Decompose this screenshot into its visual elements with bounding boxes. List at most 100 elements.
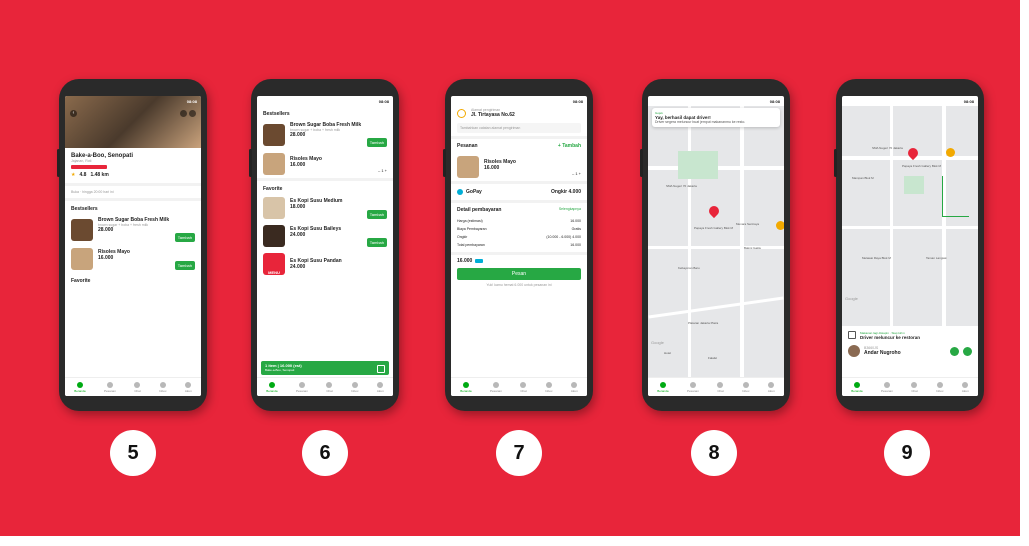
add-button[interactable]: Tambah: [366, 209, 387, 219]
list-item[interactable]: Risoles Mayo 16.000 – 1 +: [451, 153, 587, 181]
tab-home[interactable]: Beranda: [460, 381, 472, 393]
phone-step-8: 08:08 SMA Negeri 70 Jakarta Papaya Fresh…: [640, 79, 790, 411]
gopay-icon: [457, 189, 463, 195]
list-item[interactable]: Es Kopi Susu Baileys 24.000 Tambah: [257, 222, 393, 250]
add-more-button[interactable]: + Tambah: [558, 143, 581, 149]
call-icon[interactable]: [950, 346, 959, 356]
phone-step-5: 08:08 ‹ Bake-a-Boo, Senopati Jajanan, Ro…: [57, 79, 207, 411]
gopay-badge: [475, 259, 484, 263]
restaurant-pin-icon[interactable]: [706, 203, 722, 219]
trip-status: Driver meluncur ke restoran: [860, 335, 921, 340]
bottom-tab-bar: Beranda Pesanan Chat Inbox Akun: [65, 377, 201, 396]
restaurant-hero-image: 08:08 ‹: [65, 96, 201, 148]
step-number-6: 6: [302, 430, 348, 476]
google-logo: Google: [651, 340, 664, 345]
map-label: SMA Negeri 70 Jakarta: [872, 146, 903, 150]
step-number-7: 7: [496, 430, 542, 476]
tab-chat[interactable]: Chat: [717, 381, 724, 393]
list-item[interactable]: Brown Sugar Boba Fresh Milk brown sugar …: [65, 214, 201, 245]
share-icon[interactable]: [189, 110, 196, 117]
payment-detail-title: Detail pembayaran: [457, 207, 502, 213]
tab-home[interactable]: Beranda: [657, 381, 669, 393]
star-icon: ★: [71, 172, 76, 178]
tab-home[interactable]: Beranda: [266, 381, 278, 393]
tab-chat[interactable]: Chat: [326, 381, 333, 393]
cart-bar[interactable]: 1 item | 16.000 (est) Bake-a-Boo, Senopa…: [261, 361, 389, 375]
map-label: SMA Negeri 70 Jakarta: [666, 184, 697, 188]
tab-orders[interactable]: Pesanan: [104, 381, 116, 393]
map-label: Papaya Fresh Gallery Blok M: [694, 226, 734, 230]
map[interactable]: SMA Negeri 70 Jakarta Mampan Blok M Papa…: [842, 106, 978, 326]
notification-message: Driver segera meluncur buat jemput makan…: [655, 120, 746, 124]
tab-inbox[interactable]: Inbox: [742, 381, 749, 393]
status-time: 08:08: [378, 98, 389, 104]
notification-card[interactable]: Gojek Yay, berhasil dapat driver! Driver…: [652, 108, 780, 127]
item-price: 24.000: [290, 264, 306, 270]
payment-method[interactable]: GoPay: [466, 189, 482, 195]
driver-tracking-screen: 08:08 SMA Negeri 70 Jakarta Mampan Blok …: [842, 96, 978, 396]
add-button[interactable]: Tambah: [174, 260, 195, 270]
order-status-icon: [848, 331, 856, 339]
location-icon: [457, 108, 466, 118]
list-item[interactable]: Risoles Mayo 16.000 – 1 +: [257, 150, 393, 178]
driver-row: B3660JS Andar Nugroho: [848, 345, 972, 357]
driver-name: Andar Nugroho: [864, 350, 901, 356]
tab-account[interactable]: Akun: [768, 381, 775, 393]
order-button[interactable]: Pesan: [457, 268, 581, 280]
status-time: 08:08: [572, 98, 583, 104]
status-time: 08:08: [186, 98, 197, 104]
status-time: 08:08: [769, 98, 780, 104]
search-icon[interactable]: [180, 110, 187, 117]
bottom-tab-bar: Beranda Pesanan Chat Inbox Akun: [257, 377, 393, 396]
map[interactable]: SMA Negeri 70 Jakarta Papaya Fresh Galle…: [648, 106, 784, 378]
address-note-input[interactable]: Tambahkan catatan alamat pengiriman: [457, 123, 581, 133]
distance-value: 1.48 km: [90, 172, 109, 178]
add-button[interactable]: Tambah: [174, 233, 195, 242]
quantity-stepper[interactable]: – 1 +: [290, 168, 387, 173]
savings-note: Yuk! kamu hemat 6.000 untuk pesanan ini: [486, 283, 552, 287]
tab-account[interactable]: Akun: [185, 381, 192, 393]
map-label: Menara Sentraya: [736, 222, 760, 226]
list-item[interactable]: MENU Es Kopi Susu Pandan 24.000: [257, 250, 393, 278]
detail-link[interactable]: Selengkapnya: [559, 207, 581, 213]
tab-home[interactable]: Beranda: [851, 381, 863, 393]
map-label: Taman Langsat: [926, 256, 947, 260]
map-label: Hotel: [664, 351, 672, 355]
tab-inbox[interactable]: Inbox: [545, 381, 552, 393]
add-button[interactable]: Tambah: [366, 138, 387, 147]
tab-inbox[interactable]: Inbox: [351, 381, 358, 393]
driver-marker-icon[interactable]: [946, 148, 955, 157]
tab-orders[interactable]: Pesanan: [296, 381, 308, 393]
menu-badge: MENU: [263, 253, 285, 275]
list-item[interactable]: Risoles Mayo 16.000 Tambah: [65, 245, 201, 273]
section-title: Favorite: [71, 278, 91, 284]
bottom-tab-bar: Beranda Pesanan Chat Inbox Akun: [842, 377, 978, 396]
tab-inbox[interactable]: Inbox: [159, 381, 166, 393]
tab-account[interactable]: Akun: [962, 381, 969, 393]
list-item[interactable]: Es Kopi Susu Medium 18.000 Tambah: [257, 194, 393, 222]
google-logo: Google: [845, 296, 858, 301]
tab-account[interactable]: Akun: [571, 381, 578, 393]
delivery-address[interactable]: Jl. Tirtayasa No.62: [471, 112, 515, 118]
add-button[interactable]: Tambah: [366, 237, 387, 247]
bottom-tab-bar: Beranda Pesanan Chat Inbox Akun: [648, 377, 784, 396]
driver-marker-icon[interactable]: [776, 221, 784, 230]
tab-home[interactable]: Beranda: [74, 381, 86, 393]
back-arrow-icon[interactable]: ‹: [70, 110, 77, 117]
list-item[interactable]: Brown Sugar Boba Fresh Milk brown sugar …: [257, 119, 393, 150]
payment-lines: Harga (estimasi) 16.000 Biaya Pembayaran G…: [457, 219, 581, 247]
tab-account[interactable]: Akun: [377, 381, 384, 393]
map-label: Kebayoran Baru: [678, 266, 700, 270]
tab-chat[interactable]: Chat: [134, 381, 141, 393]
chat-icon[interactable]: [963, 346, 972, 356]
tab-chat[interactable]: Chat: [520, 381, 527, 393]
section-title: Bestsellers: [71, 206, 98, 212]
tab-inbox[interactable]: Inbox: [936, 381, 943, 393]
tab-chat[interactable]: Chat: [911, 381, 918, 393]
quantity-stepper[interactable]: – 1 +: [484, 171, 581, 176]
tab-orders[interactable]: Pesanan: [881, 381, 893, 393]
tab-orders[interactable]: Pesanan: [490, 381, 502, 393]
tab-orders[interactable]: Pesanan: [687, 381, 699, 393]
checkout-screen: 08:08 Alamat pengiriman Jl. Tirtayasa No…: [451, 96, 587, 396]
total-amount: 16.000: [457, 258, 473, 264]
